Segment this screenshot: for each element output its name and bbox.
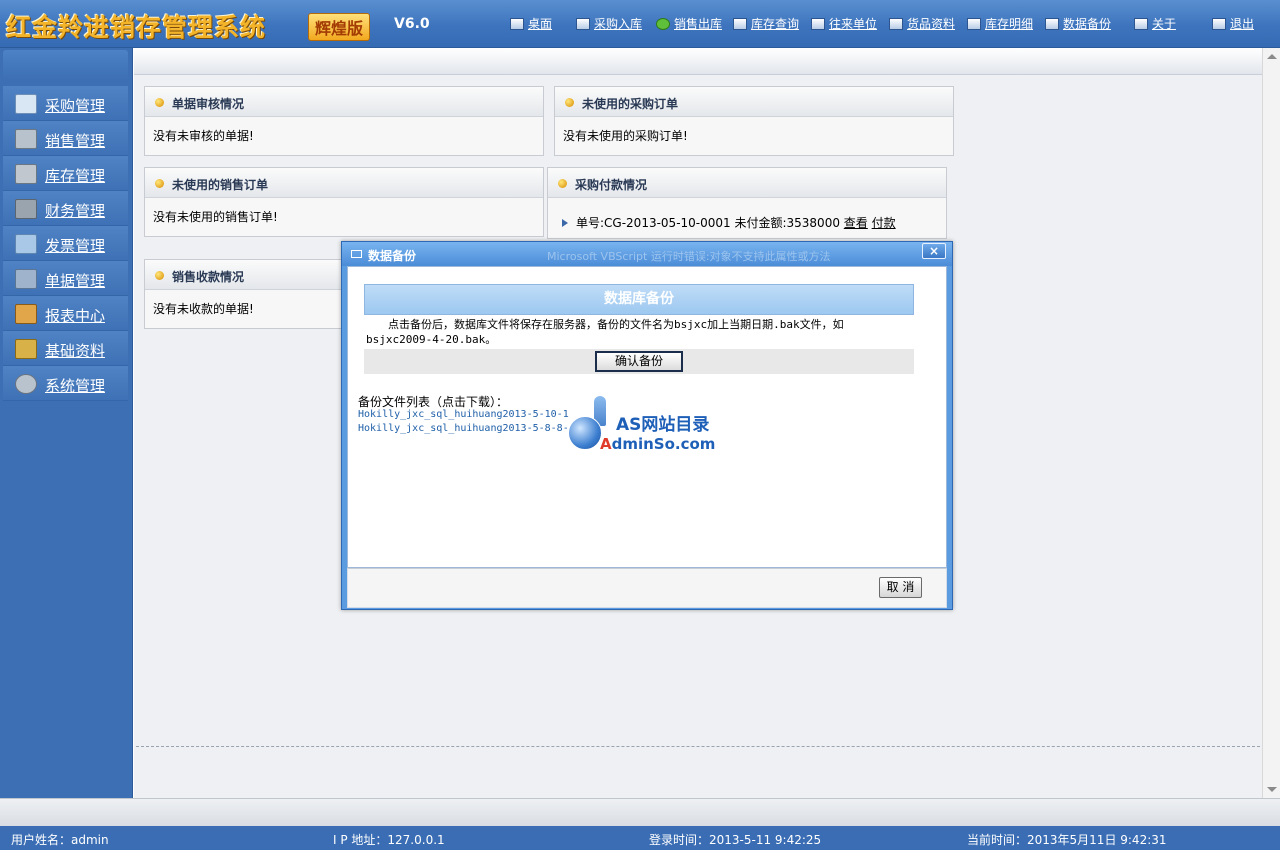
version-label: V6.0 <box>394 16 430 32</box>
confirm-row: 确认备份 <box>364 349 914 374</box>
backup-icon <box>1045 18 1059 30</box>
inventory-search-icon <box>733 18 747 30</box>
confirm-backup-button[interactable]: 确认备份 <box>595 351 683 372</box>
sidebar-item-inventory[interactable]: 库存管理 <box>3 156 128 191</box>
nav-inventory-search[interactable]: 库存查询 <box>733 15 799 33</box>
bullet-icon <box>565 98 574 107</box>
watermark-line1: AS网站目录 <box>616 415 710 435</box>
watermark-line2: AdminSo.com <box>600 435 716 453</box>
nav-exit[interactable]: 退出 <box>1212 15 1254 33</box>
document-icon <box>15 269 37 289</box>
view-link[interactable]: 查看 <box>844 216 868 230</box>
nav-partners[interactable]: 往来单位 <box>811 15 877 33</box>
nav-desktop[interactable]: 桌面 <box>510 15 552 33</box>
purchase-icon <box>15 94 37 114</box>
cancel-button[interactable]: 取 消 <box>879 577 922 598</box>
main-toolbar <box>134 48 1280 75</box>
login-time: 登录时间：2013-5-11 9:42:25 <box>649 833 822 847</box>
nav-stock-detail[interactable]: 库存明细 <box>967 15 1033 33</box>
ip-address: I P 地址：127.0.0.1 <box>333 833 445 847</box>
panel-title: 单据审核情况 <box>172 97 245 111</box>
sidebar-item-purchase[interactable]: 采购管理 <box>3 86 128 121</box>
window-icon <box>351 250 362 258</box>
sidebar-item-system[interactable]: 系统管理 <box>3 366 128 401</box>
payment-entry: 单号:CG-2013-05-10-0001 未付金额:3538000 查看 付款 <box>548 198 946 241</box>
backup-file-link[interactable]: Hokilly_jxc_sql_huihuang2013-5-8-8- <box>358 423 569 434</box>
bullet-icon <box>155 179 164 188</box>
watermark-logo: AS网站目录 AdminSo.com <box>566 394 726 454</box>
scroll-up-icon[interactable] <box>1267 54 1277 59</box>
scroll-down-icon[interactable] <box>1267 787 1277 792</box>
user-name: 用户姓名：admin <box>11 833 109 847</box>
cart-minus-icon <box>15 164 37 184</box>
panel-audit: 单据审核情况 没有未审核的单据! <box>144 86 544 156</box>
bullet-icon <box>155 271 164 280</box>
vertical-scrollbar[interactable] <box>1262 48 1280 798</box>
calculator-icon <box>15 199 37 219</box>
current-time: 当前时间：2013年5月11日 9:42:31 <box>967 833 1167 847</box>
cart-icon <box>15 129 37 149</box>
sidebar-item-invoice[interactable]: 发票管理 <box>3 226 128 261</box>
panel-purchase-orders: 未使用的采购订单 没有未使用的采购订单! <box>554 86 954 156</box>
desktop-icon <box>510 18 524 30</box>
truck-icon <box>15 304 37 324</box>
sidebar-item-sales[interactable]: 销售管理 <box>3 121 128 156</box>
header-bar: 红金羚进销存管理系统 辉煌版 V6.0 桌面 采购入库 销售出库 库存查询 往来… <box>0 0 1280 48</box>
nav-backup[interactable]: 数据备份 <box>1045 15 1111 33</box>
dialog-title: 数据备份 <box>368 249 417 263</box>
app-title: 红金羚进销存管理系统 <box>6 13 267 42</box>
status-bar: 用户姓名：admin I P 地址：127.0.0.1 登录时间：2013-5-… <box>0 826 1280 850</box>
bullet-icon <box>558 179 567 188</box>
bullet-icon <box>155 98 164 107</box>
backup-file-link[interactable]: Hokilly_jxc_sql_huihuang2013-5-10-1 <box>358 409 569 420</box>
refresh-icon <box>656 18 670 30</box>
about-icon <box>1134 18 1148 30</box>
goods-icon <box>889 18 903 30</box>
gear-icon <box>15 374 37 394</box>
panel-message: 没有未使用的销售订单! <box>153 210 278 224</box>
panel-payments: 采购付款情况 单号:CG-2013-05-10-0001 未付金额:353800… <box>547 167 947 239</box>
panel-title: 未使用的采购订单 <box>582 97 679 111</box>
panel-message: 没有未使用的采购订单! <box>563 129 688 143</box>
nav-goods[interactable]: 货品资料 <box>889 15 955 33</box>
sidebar-menu: 采购管理 销售管理 库存管理 财务管理 发票管理 单据管理 报表中心 基础资料 … <box>3 86 128 401</box>
sidebar-item-reports[interactable]: 报表中心 <box>3 296 128 331</box>
divider <box>136 746 1260 747</box>
nav-purchase-in[interactable]: 采购入库 <box>576 15 642 33</box>
sidebar-item-basics[interactable]: 基础资料 <box>3 331 128 366</box>
panel-title: 销售收款情况 <box>172 270 245 284</box>
purchase-in-icon <box>576 18 590 30</box>
file-list-title: 备份文件列表（点击下载）： <box>358 395 509 409</box>
sidebar-item-documents[interactable]: 单据管理 <box>3 261 128 296</box>
panel-message: 没有未审核的单据! <box>153 129 254 143</box>
error-message: Microsoft VBScript 运行时错误:对象不支持此属性或方法 <box>547 250 831 263</box>
dialog-footer: 取 消 <box>347 568 947 608</box>
nav-about[interactable]: 关于 <box>1134 15 1176 33</box>
box-icon <box>15 234 37 254</box>
close-button[interactable]: × <box>922 243 946 259</box>
dialog-titlebar[interactable]: 数据备份 Microsoft VBScript 运行时错误:对象不支持此属性或方… <box>342 242 952 266</box>
nav-sales-out[interactable]: 销售出库 <box>656 15 722 33</box>
panel-title: 未使用的销售订单 <box>172 178 269 192</box>
footer-band <box>0 798 1280 826</box>
section-title: 数据库备份 <box>364 284 914 315</box>
sidebar-header <box>3 50 128 80</box>
edition-badge: 辉煌版 <box>308 13 371 41</box>
stock-detail-icon <box>967 18 981 30</box>
arrow-right-icon <box>562 219 568 227</box>
partner-icon <box>811 18 825 30</box>
panel-sales-orders: 未使用的销售订单 没有未使用的销售订单! <box>144 167 544 237</box>
pay-link[interactable]: 付款 <box>872 216 896 230</box>
sidebar-item-finance[interactable]: 财务管理 <box>3 191 128 226</box>
coins-icon <box>15 339 37 359</box>
globe-icon <box>568 416 602 450</box>
exit-icon <box>1212 18 1226 30</box>
left-sidebar: 采购管理 销售管理 库存管理 财务管理 发票管理 单据管理 报表中心 基础资料 … <box>0 48 133 798</box>
backup-note: 点击备份后，数据库文件将保存在服务器，备份的文件名为bsjxc加上当期日期.ba… <box>366 318 844 346</box>
panel-title: 采购付款情况 <box>575 178 648 192</box>
